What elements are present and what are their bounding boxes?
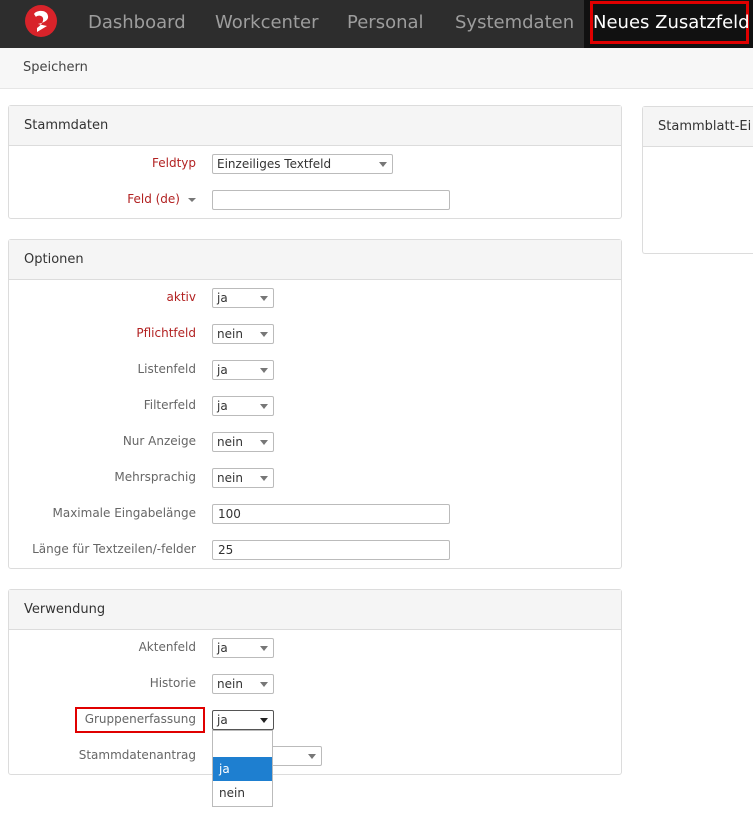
chevron-down-icon: [260, 682, 268, 687]
aktiv-select[interactable]: ja: [212, 288, 274, 308]
aktenfeld-value: ja: [217, 641, 228, 655]
nav-systemdaten[interactable]: Systemdaten: [455, 0, 574, 48]
gruppenerfassung-dropdown-list: ja nein: [212, 730, 273, 807]
textlen-label: Länge für Textzeilen/-felder: [32, 542, 196, 556]
nav-dashboard[interactable]: Dashboard: [88, 0, 186, 48]
dropdown-option-empty[interactable]: [213, 733, 272, 757]
maxlen-label: Maximale Eingabelänge: [52, 506, 196, 520]
historie-value: nein: [217, 677, 243, 691]
nur-anzeige-select[interactable]: nein: [212, 432, 274, 452]
maxlen-input[interactable]: 100: [212, 504, 450, 524]
chevron-down-icon: [260, 718, 268, 723]
stammblatt-panel: Stammblatt-Ei: [642, 106, 753, 254]
mehrsprachig-value: nein: [217, 471, 243, 485]
listenfeld-value: ja: [217, 363, 228, 377]
chevron-down-icon: [260, 332, 268, 337]
mehrsprachig-label: Mehrsprachig: [114, 470, 196, 484]
chevron-down-icon: [260, 368, 268, 373]
feldtyp-value: Einzeiliges Textfeld: [217, 157, 332, 171]
stammblatt-title: Stammblatt-Ei: [658, 119, 752, 134]
aktenfeld-label: Aktenfeld: [138, 640, 196, 654]
optionen-header: Optionen: [9, 240, 621, 280]
chevron-down-icon: [260, 440, 268, 445]
textlen-input[interactable]: 25: [212, 540, 450, 560]
nur-anzeige-label: Nur Anzeige: [122, 434, 196, 448]
filterfeld-value: ja: [217, 399, 228, 413]
toolbar: Speichern: [0, 48, 753, 89]
nav-workcenter[interactable]: Workcenter: [215, 0, 319, 48]
gruppenerfassung-select[interactable]: ja: [212, 710, 274, 730]
optionen-title: Optionen: [24, 252, 84, 267]
listenfeld-select[interactable]: ja: [212, 360, 274, 380]
feld-de-label: Feld (de): [127, 192, 180, 206]
chevron-down-icon: [308, 754, 316, 759]
filterfeld-select[interactable]: ja: [212, 396, 274, 416]
chevron-down-icon: [260, 476, 268, 481]
chevron-down-icon: [260, 404, 268, 409]
gruppenerfassung-value: ja: [217, 713, 228, 727]
feld-de-input[interactable]: [212, 190, 450, 210]
listenfeld-label: Listenfeld: [137, 362, 196, 376]
feldtyp-label: Feldtyp: [151, 156, 196, 170]
dropdown-option-ja[interactable]: ja: [213, 757, 272, 781]
chevron-down-icon: [260, 646, 268, 651]
stammdatenantrag-label: Stammdatenantrag: [78, 748, 196, 762]
nur-anzeige-value: nein: [217, 435, 243, 449]
pflichtfeld-label: Pflichtfeld: [136, 326, 196, 340]
stammdaten-title: Stammdaten: [24, 118, 109, 133]
language-dropdown-icon[interactable]: [188, 198, 196, 202]
feldtyp-select[interactable]: Einzeiliges Textfeld: [212, 154, 393, 174]
chevron-down-icon: [260, 296, 268, 301]
stammdaten-header: Stammdaten: [9, 106, 621, 146]
nav-personal[interactable]: Personal: [347, 0, 424, 48]
top-navbar: Dashboard Workcenter Personal Systemdate…: [0, 0, 753, 48]
chevron-down-icon: [379, 162, 387, 167]
gruppenerfassung-label: Gruppenerfassung: [84, 712, 196, 726]
save-button[interactable]: Speichern: [23, 60, 88, 75]
dropdown-option-nein[interactable]: nein: [213, 781, 272, 805]
aktiv-label: aktiv: [166, 290, 196, 304]
aktiv-value: ja: [217, 291, 228, 305]
verwendung-title: Verwendung: [24, 602, 106, 617]
pflichtfeld-select[interactable]: nein: [212, 324, 274, 344]
filterfeld-label: Filterfeld: [143, 398, 196, 412]
nav-neues-zusatzfeld[interactable]: Neues Zusatzfeld: [590, 1, 750, 44]
stammblatt-header: Stammblatt-Ei: [643, 107, 753, 147]
logo-icon[interactable]: [25, 5, 57, 37]
pflichtfeld-value: nein: [217, 327, 243, 341]
historie-label: Historie: [149, 676, 196, 690]
mehrsprachig-select[interactable]: nein: [212, 468, 274, 488]
aktenfeld-select[interactable]: ja: [212, 638, 274, 658]
historie-select[interactable]: nein: [212, 674, 274, 694]
nav-active-tab[interactable]: Neues Zusatzfeld: [584, 0, 753, 48]
verwendung-header: Verwendung: [9, 590, 621, 630]
